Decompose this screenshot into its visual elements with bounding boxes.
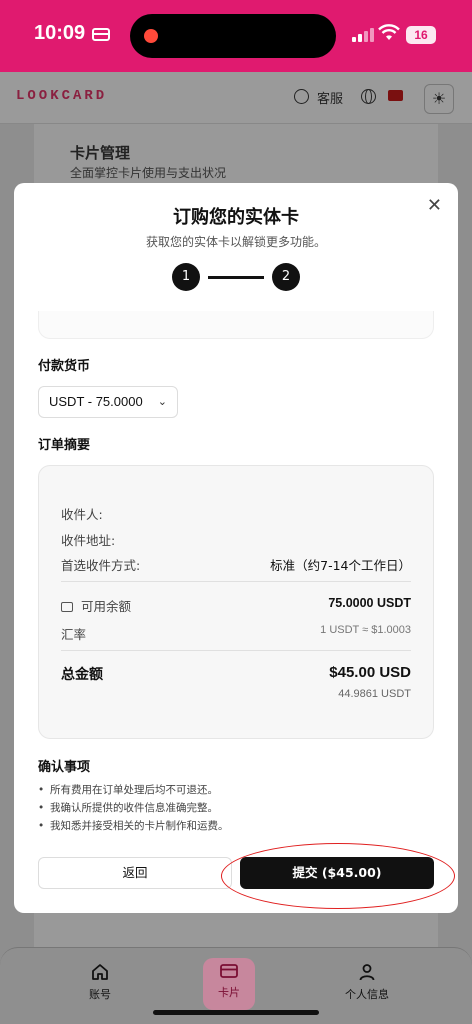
modal-subtitle: 获取您的实体卡以解锁更多功能。 [145, 235, 326, 249]
order-card-modal: ✕ 订购您的实体卡 获取您的实体卡以解锁更多功能。 1 2 付款货币 USDT … [14, 183, 458, 913]
nav-label: 个人信息 [345, 988, 389, 1001]
step-2-indicator: 2 [272, 263, 300, 291]
list-item: 我确认所提供的收件信息准确完整。 [38, 799, 229, 817]
nav-item-cards[interactable]: 卡片 [203, 958, 255, 1010]
currency-select[interactable]: USDT - 75.0000 ⌄ [38, 386, 178, 418]
user-icon [359, 964, 375, 981]
wallet-icon [61, 602, 73, 612]
previous-section-card [38, 311, 434, 339]
rate-label: 汇率 [61, 627, 87, 642]
step-connector [208, 276, 264, 279]
submit-button[interactable]: 提交 ($45.00) [240, 857, 434, 889]
globe-icon[interactable] [361, 89, 376, 104]
recording-indicator [144, 29, 158, 43]
clock: 10:09 [34, 22, 86, 44]
home-indicator [153, 1010, 319, 1015]
confirmation-notes: 确认事项 所有费用在订单处理后均不可退还。 我确认所提供的收件信息准确完整。 我… [38, 756, 229, 835]
card-icon [220, 964, 238, 978]
flag-icon[interactable] [388, 90, 403, 101]
summary-divider [61, 650, 411, 651]
total-usdt-value: 44.9861 USDT [338, 688, 411, 700]
nav-item-account[interactable]: 账号 [65, 958, 135, 1010]
theme-toggle-button[interactable]: ☀ [424, 84, 454, 114]
rate-value: 1 USDT ≈ $1.0003 [320, 624, 411, 636]
page-title: 卡片管理 [70, 144, 131, 162]
balance-value: 75.0000 USDT [328, 596, 411, 610]
wifi-icon [378, 24, 400, 40]
shipping-label: 首选收件方式: [61, 558, 141, 573]
nav-label: 账号 [89, 988, 111, 1001]
signal-icon [352, 26, 376, 42]
order-summary-card: 收件人: 收件地址: 首选收件方式: 标准（约7-14个工作日） 可用余额 75… [38, 465, 434, 739]
balance-row: 可用余额 75.0000 USDT [61, 596, 411, 615]
balance-label: 可用余额 [81, 599, 132, 614]
recipient-label: 收件人: [61, 507, 103, 522]
back-button[interactable]: 返回 [38, 857, 232, 889]
summary-divider [61, 581, 411, 582]
step-1-indicator: 1 [172, 263, 200, 291]
dynamic-island [130, 14, 336, 58]
rate-row: 汇率 1 USDT ≈ $1.0003 [61, 624, 411, 643]
list-item: 我知悉并接受相关的卡片制作和运费。 [38, 817, 229, 835]
battery-icon: 16 [406, 26, 436, 44]
address-row: 收件地址: [61, 530, 411, 549]
total-value: $45.00 USD [329, 664, 411, 681]
recipient-row: 收件人: [61, 504, 411, 523]
support-icon[interactable] [294, 89, 309, 104]
total-label: 总金额 [61, 667, 103, 683]
shipping-value: 标准（约7-14个工作日） [270, 558, 411, 573]
app-logo: LOOKCARD [16, 88, 108, 104]
list-item: 所有费用在订单处理后均不可退还。 [38, 781, 229, 799]
address-label: 收件地址: [61, 533, 116, 548]
chevron-down-icon: ⌄ [157, 396, 167, 408]
status-bar: 10:09 16 [0, 0, 472, 72]
confirmation-title: 确认事项 [38, 760, 91, 775]
modal-title: 订购您的实体卡 [173, 207, 299, 228]
home-icon [92, 964, 108, 980]
nav-label: 卡片 [218, 986, 240, 999]
app-header: LOOKCARD 客服 ☀ [0, 72, 472, 124]
order-summary-label: 订单摘要 [38, 438, 91, 453]
support-link[interactable]: 客服 [317, 88, 343, 107]
payment-currency-label: 付款货币 [38, 359, 91, 374]
wallet-status-icon [92, 28, 110, 41]
page-subtitle: 全面掌控卡片使用与支出状况 [70, 166, 227, 180]
nav-item-profile[interactable]: 个人信息 [332, 958, 402, 1010]
currency-select-value: USDT - 75.0000 [49, 394, 143, 409]
shipping-row: 首选收件方式: 标准（约7-14个工作日） [61, 555, 411, 574]
sun-icon: ☀ [431, 89, 447, 108]
